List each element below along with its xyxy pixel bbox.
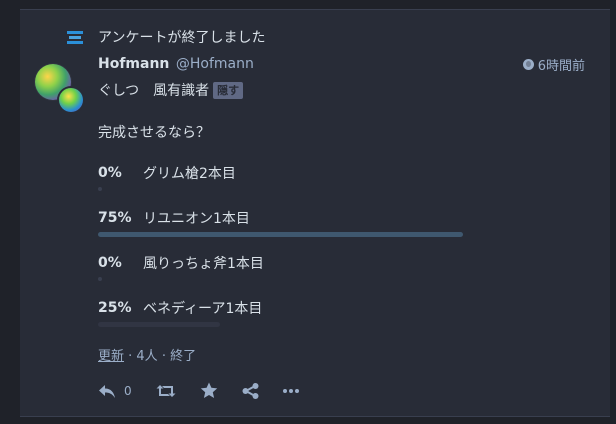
left-gutter [0,0,20,424]
content-warning: ぐしつ 風有識者 隠す [98,80,244,100]
globe-icon [522,59,534,70]
poll-icon [67,30,83,44]
share-button[interactable] [242,382,259,399]
poll-option: 25% ベネディーア1本目 [98,299,468,344]
poll-option: 0% グリム槍2本目 [98,164,468,209]
hide-spoiler-button[interactable]: 隠す [213,81,244,99]
timeline-page: アンケートが終了しました Hofmann @Hofmann 6時間前 ぐしつ 風… [0,0,616,424]
status-timestamp[interactable]: 6時間前 [522,55,585,74]
poll-option-percent: 25% [98,300,132,316]
boost-icon [156,384,176,397]
more-icon [282,388,299,393]
poll: 0% グリム槍2本目 75% リユニオン1本目 0% 風りっちょ斧1本目 25%… [98,164,468,344]
reply-button[interactable]: 0 [98,383,132,399]
poll-option-label: リユニオン1本目 [143,211,250,227]
display-name[interactable]: Hofmann @Hofmann [98,56,254,72]
poll-option-percent: 0% [98,165,122,181]
poll-option-percent: 75% [98,210,132,226]
status-content: 完成させるなら？ [98,125,210,141]
account-handle: @Hofmann [175,56,254,72]
relative-time: 6時間前 [537,59,585,74]
spoiler-text: ぐしつ 風有識者 [98,83,210,99]
poll-option-label: 風りっちょ斧1本目 [143,256,264,272]
display-name-text: Hofmann [98,56,170,72]
poll-refresh-link[interactable]: 更新 [98,349,124,364]
action-bar: 0 [98,382,323,399]
prepend-text: アンケートが終了しました [98,30,266,46]
status-card[interactable]: アンケートが終了しました Hofmann @Hofmann 6時間前 ぐしつ 風… [20,9,610,417]
poll-footer: 更新 · 4人 · 終了 [98,345,196,364]
poll-option-bar [98,232,463,237]
reply-icon [99,384,115,398]
avatar[interactable] [35,64,83,112]
status-prepend: アンケートが終了しました [67,27,265,47]
reply-count: 0 [124,383,132,398]
poll-option-bar [98,187,102,191]
poll-option-bar [98,277,102,281]
poll-option-label: グリム槍2本目 [143,166,236,182]
poll-option-label: ベネディーア1本目 [143,301,263,317]
more-button[interactable] [282,388,299,394]
boost-button[interactable] [156,383,176,399]
poll-option: 0% 風りっちょ斧1本目 [98,254,468,299]
avatar-overlay-image [59,88,83,112]
favourite-icon [200,382,217,398]
share-icon [242,382,259,399]
poll-option-bar [98,322,220,327]
poll-summary: · 4人 · 終了 [124,349,197,364]
poll-option: 75% リユニオン1本目 [98,209,468,254]
poll-option-percent: 0% [98,255,122,271]
right-gutter [610,0,616,424]
favourite-button[interactable] [200,382,218,399]
